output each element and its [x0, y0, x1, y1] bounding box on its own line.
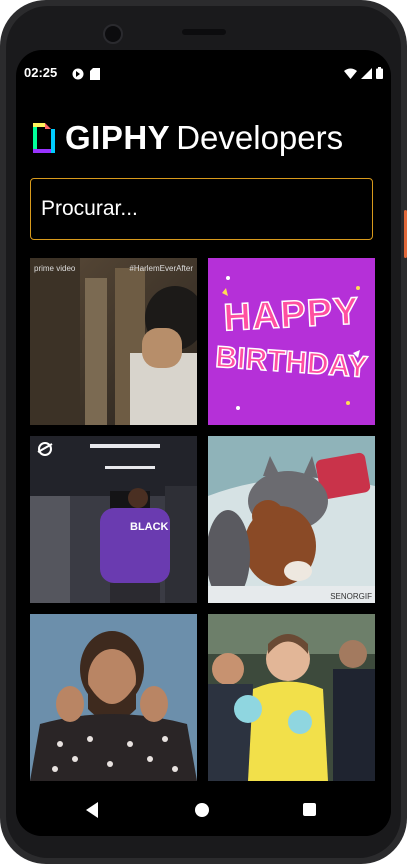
gif-watermark: SENORGIF	[330, 592, 372, 601]
device-frame: 02:25 GIPHY Developers Procurar... prime…	[0, 0, 407, 864]
cellular-icon	[361, 66, 372, 84]
shirt-text: BLACK	[130, 521, 169, 533]
earpiece-speaker	[182, 29, 226, 35]
front-camera	[103, 24, 123, 44]
giphy-developers-logo: GIPHY Developers	[31, 118, 343, 158]
battery-icon	[376, 66, 383, 84]
gif-tile-prime-video[interactable]: prime video #HarlemEverAfter	[30, 258, 197, 425]
gif-tile-girl-cotton-candy[interactable]	[208, 614, 375, 781]
home-icon[interactable]	[195, 803, 209, 817]
sd-card-icon	[90, 67, 100, 85]
birthday-line-1: HAPPY	[222, 290, 361, 341]
gif-overlay-left: prime video	[34, 264, 76, 273]
gif-image	[208, 436, 375, 603]
app-notification-icon	[72, 67, 84, 85]
search-input[interactable]	[31, 196, 363, 222]
status-time: 02:25	[24, 65, 58, 80]
gif-tile-happy-birthday[interactable]: HAPPY BIRTHDAY	[208, 258, 375, 425]
gif-image	[30, 436, 197, 603]
back-icon[interactable]	[86, 802, 98, 818]
team-logo-icon	[37, 442, 53, 456]
giphy-logo-icon	[33, 123, 55, 153]
gif-tile-man-posing[interactable]	[30, 614, 197, 781]
brand-subtitle: Developers	[176, 119, 344, 156]
recents-icon[interactable]	[303, 803, 316, 816]
wifi-icon	[344, 66, 357, 84]
gif-overlay-right: #HarlemEverAfter	[129, 264, 193, 273]
status-bar: 02:25	[16, 50, 391, 96]
brand-name: GIPHY	[65, 119, 171, 156]
screen: 02:25 GIPHY Developers Procurar... prime…	[16, 50, 391, 836]
system-nav-bar	[16, 788, 391, 836]
gif-image	[208, 614, 375, 781]
gif-image	[30, 258, 197, 425]
search-box[interactable]	[30, 178, 373, 240]
gif-tile-basketball-player[interactable]: BLACK	[30, 436, 197, 603]
gif-image	[30, 614, 197, 781]
gif-tile-cat-teddy[interactable]: SENORGIF	[208, 436, 375, 603]
